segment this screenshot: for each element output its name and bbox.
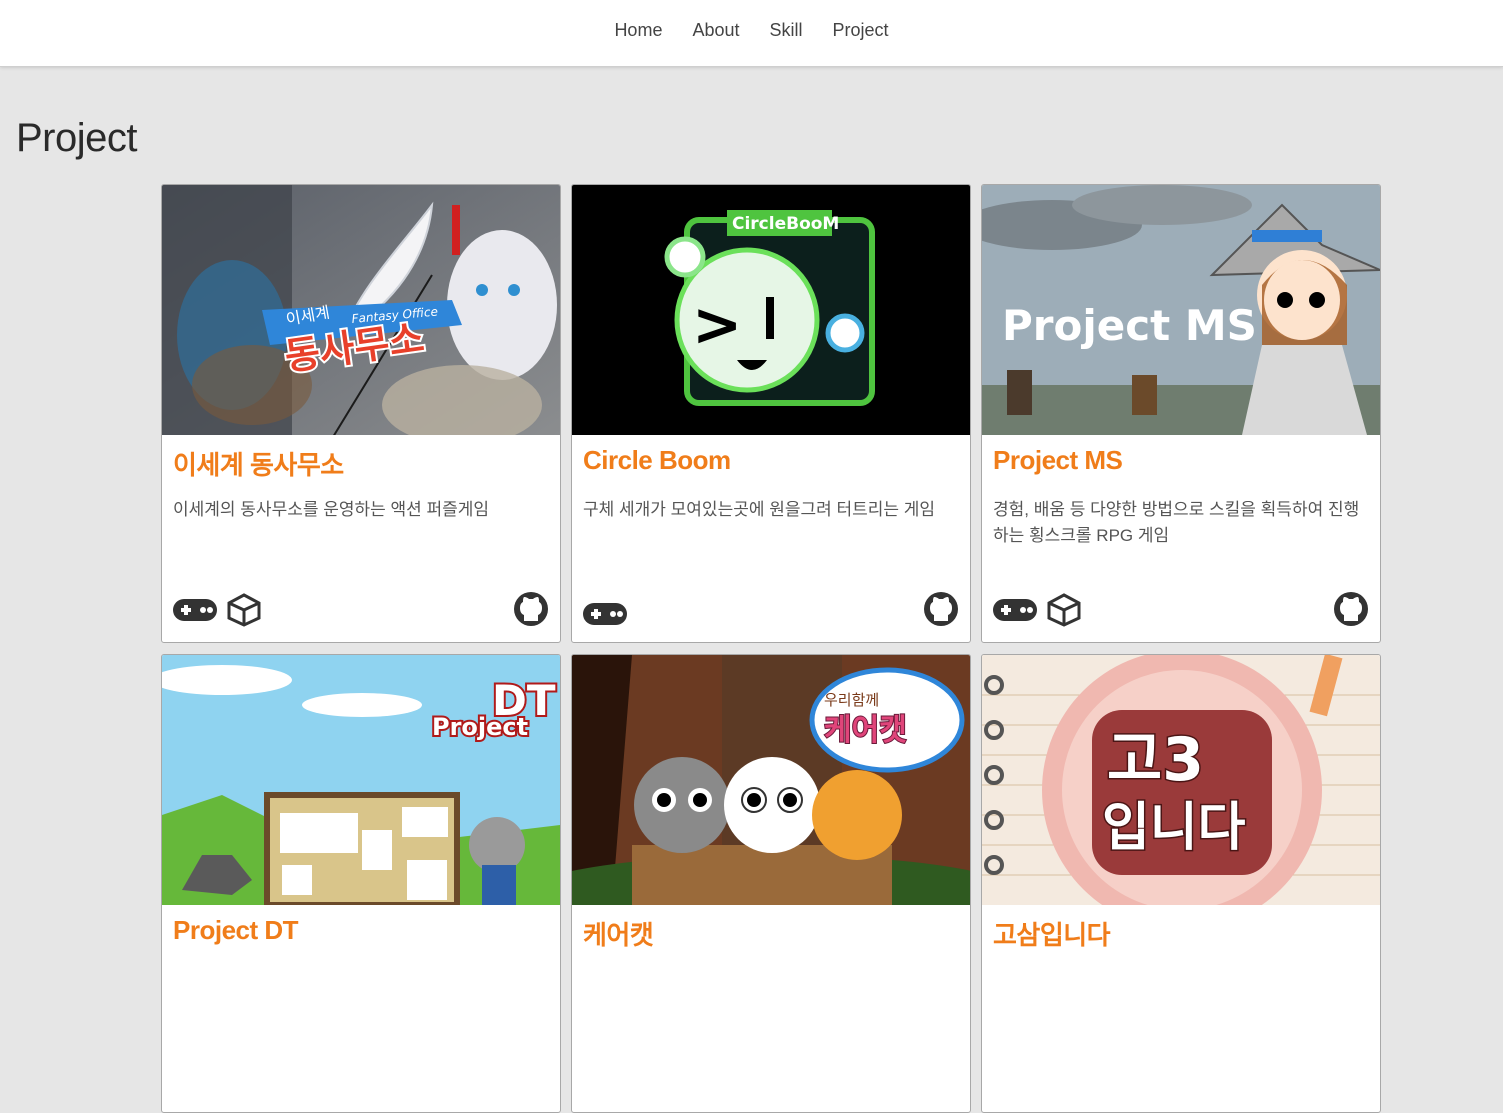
project-thumbnail-care-cat[interactable]: 우리함께 케어캣: [572, 655, 970, 905]
project-description: 구체 세개가 모여있는곳에 원을그려 터트리는 게임: [583, 500, 936, 519]
project-card-circle-boom: CircleBooM > Circle Boom 구체 세개가 모여있는곳에 원…: [571, 184, 971, 643]
project-grid: 이세계 Fantasy Office 동사무소 이세계 동사무소 이세계의 동사…: [161, 184, 1381, 1113]
project-card-project-ms: Project MS Project MS 경험, 배움 등 다양한 방법으로 …: [981, 184, 1381, 643]
project-thumbnail-project-ms[interactable]: Project MS: [982, 185, 1380, 435]
project-title[interactable]: 케어캣: [583, 915, 654, 952]
project-title[interactable]: 고삼입니다: [993, 915, 1111, 952]
svg-text:고3: 고3: [1107, 725, 1204, 795]
svg-text:입니다: 입니다: [1102, 798, 1246, 858]
unity-icon[interactable]: [1046, 593, 1082, 632]
project-thumbnail-isekai[interactable]: 이세계 Fantasy Office 동사무소: [162, 185, 560, 435]
project-title[interactable]: Circle Boom: [583, 445, 731, 476]
nav-about-link[interactable]: About: [692, 20, 739, 41]
project-card-isekai: 이세계 Fantasy Office 동사무소 이세계 동사무소 이세계의 동사…: [161, 184, 561, 643]
project-thumbnail-circle-boom[interactable]: CircleBooM >: [572, 185, 970, 435]
project-thumbnail-gosam[interactable]: 고3 입니다: [982, 655, 1380, 905]
github-icon[interactable]: [1333, 591, 1369, 632]
svg-text:케어캣: 케어캣: [824, 713, 907, 748]
project-title[interactable]: Project MS: [993, 445, 1123, 476]
svg-text:Project MS: Project MS: [1002, 301, 1257, 350]
gamepad-icon[interactable]: [172, 597, 218, 628]
svg-text:CircleBooM: CircleBooM: [732, 214, 839, 234]
gamepad-icon[interactable]: [582, 601, 628, 632]
nav-project-link[interactable]: Project: [833, 20, 889, 41]
project-card-care-cat: 우리함께 케어캣 케어캣: [571, 654, 971, 1113]
nav-skill-link[interactable]: Skill: [770, 20, 803, 41]
project-thumbnail-project-dt[interactable]: Project DT: [162, 655, 560, 905]
unity-icon[interactable]: [226, 593, 262, 632]
project-description: 이세계의 동사무소를 운영하는 액션 퍼즐게임: [173, 500, 490, 519]
project-title[interactable]: 이세계 동사무소: [173, 445, 344, 482]
svg-text:우리함께: 우리함께: [824, 691, 879, 709]
page-title: Project: [16, 116, 138, 160]
svg-text:>: >: [692, 290, 742, 360]
project-description: 경험, 배움 등 다양한 방법으로 스킬을 획득하여 진행하는 횡스크롤 RPG…: [993, 500, 1360, 545]
nav-home-link[interactable]: Home: [614, 20, 662, 41]
project-card-project-dt: Project DT Project DT: [161, 654, 561, 1113]
github-icon[interactable]: [923, 591, 959, 632]
top-navbar: Home About Skill Project: [0, 0, 1503, 67]
gamepad-icon[interactable]: [992, 597, 1038, 628]
project-title[interactable]: Project DT: [173, 915, 299, 946]
project-card-gosam: 고3 입니다 고삼입니다: [981, 654, 1381, 1113]
github-icon[interactable]: [513, 591, 549, 632]
svg-text:DT: DT: [492, 676, 556, 725]
